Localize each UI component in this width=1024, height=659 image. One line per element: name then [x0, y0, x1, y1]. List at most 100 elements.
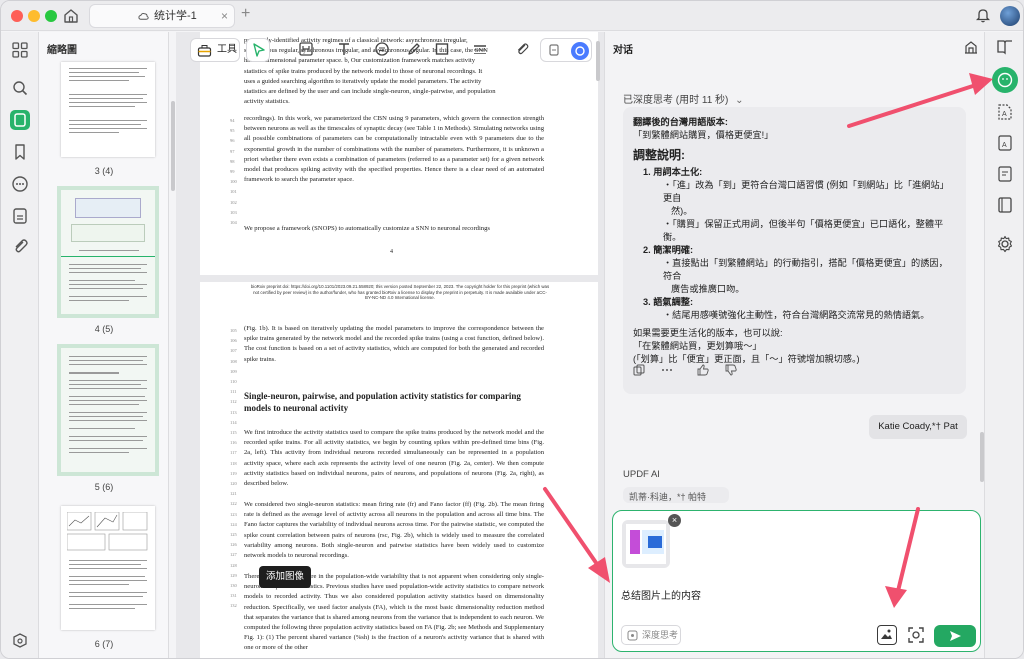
send-icon [950, 631, 961, 641]
rectangle-icon[interactable] [434, 41, 450, 57]
line-number: 103 [230, 209, 237, 215]
thumbnail-pane-title: 縮略圖 [47, 45, 77, 56]
attached-image-thumbnail [622, 520, 670, 568]
line-number: 105 [230, 328, 237, 333]
thumbs-up-icon[interactable] [697, 364, 709, 376]
page-text-block: (Fig. 1b). It is based on iteratively up… [244, 325, 544, 363]
line-number: 102 [230, 199, 237, 205]
minimize-window-button[interactable] [28, 10, 40, 22]
line-number: 125 [230, 532, 237, 537]
page-text-block: We propose a framework (SNOPS) to automa… [244, 225, 490, 232]
left-tool-rail [1, 32, 39, 658]
ai-partial-reply: 凯蒂·科迪，*† 帕特 [623, 487, 729, 503]
document-scrollbar[interactable] [596, 41, 600, 81]
select-tool-button[interactable] [246, 38, 270, 62]
thumbnail-pane: 縮略圖 3 (4) 4 (5) 5 (6) 6 (7) [39, 32, 169, 658]
gear-icon[interactable] [995, 234, 1015, 254]
page-thumbnail-5[interactable] [57, 344, 159, 476]
text-box-icon[interactable] [298, 41, 314, 57]
line-number: 130 [230, 583, 237, 588]
line-number: 120 [230, 481, 237, 486]
line-number: 113 [230, 409, 237, 415]
thinking-status[interactable]: 已深度思考 (用时 11 秒) ⌄ [623, 91, 744, 106]
add-image-button[interactable] [877, 625, 897, 645]
line-number: 112 [230, 399, 237, 405]
line-number: 119 [230, 470, 237, 476]
user-avatar[interactable] [1000, 6, 1020, 26]
line-number: 106 [230, 338, 237, 344]
paperclip-icon[interactable] [10, 236, 30, 256]
bell-icon[interactable] [976, 7, 990, 23]
new-tab-button[interactable]: + [241, 5, 250, 23]
bookmark-icon[interactable] [10, 142, 30, 162]
page-number: 4 [390, 249, 393, 255]
svg-text:A: A [1002, 111, 1007, 118]
close-window-button[interactable] [11, 10, 23, 22]
send-button[interactable] [934, 625, 976, 647]
grid-view-icon[interactable] [10, 40, 30, 60]
comment-icon[interactable] [10, 174, 30, 194]
atom-icon [627, 630, 638, 641]
pen-icon[interactable] [406, 41, 422, 57]
page-thumbnail-4[interactable] [57, 186, 159, 318]
search-icon[interactable] [10, 78, 30, 98]
page-thumbnail-6[interactable] [61, 506, 155, 630]
thumbnail-label: 6 (7) [94, 639, 114, 649]
image-add-icon [881, 629, 892, 639]
book-icon[interactable] [995, 37, 1015, 57]
comment-bubble-icon[interactable] [374, 41, 390, 57]
line-number: 121 [230, 491, 237, 497]
thumbnail-scrollbar[interactable] [171, 101, 175, 191]
line-number: 97 [230, 148, 235, 154]
line-number: 99 [230, 169, 235, 174]
line-number: 94 [230, 118, 235, 123]
stamp-icon[interactable] [547, 43, 561, 57]
line-number: 104 [230, 220, 237, 225]
more-icon[interactable] [661, 364, 673, 376]
text-icon[interactable] [336, 41, 352, 57]
line-number: 95 [230, 128, 235, 134]
ai-chat-button[interactable] [992, 67, 1018, 93]
title-bar: 统计学-1 × + [1, 1, 1023, 31]
chat-input-text[interactable]: 总结图片上的内容 [621, 587, 701, 602]
copy-icon[interactable] [633, 364, 645, 376]
remove-image-button[interactable]: × [668, 514, 681, 527]
line-number: 129 [230, 572, 237, 578]
chat-panel-title: 对话 [613, 45, 633, 56]
section-heading: Single-neuron, pairwise, and population … [244, 391, 521, 413]
thumbnails-icon[interactable] [10, 110, 30, 130]
reader-icon[interactable] [995, 195, 1015, 215]
ai-name-label: UPDF AI [623, 469, 660, 480]
ai-answer-bubble: 翻譯後的台灣用語版本: 「到繁體網站購買，價格更便宜!」 調整說明: 1. 用詞… [623, 107, 966, 394]
screenshot-icon[interactable] [906, 625, 926, 645]
line-number: 122 [230, 501, 237, 507]
ai-assistant-icon[interactable] [571, 42, 589, 60]
thumbs-down-icon[interactable] [725, 364, 737, 376]
line-number: 117 [230, 450, 237, 456]
attach-icon[interactable] [514, 41, 530, 57]
line-style-icon[interactable] [472, 41, 488, 57]
line-number: 107 [230, 348, 237, 354]
chevron-down-icon: ⌄ [735, 95, 744, 106]
chat-panel: 对话 已深度思考 (用时 11 秒) ⌄ 翻譯後的台灣用語版本: 「到繁體網站購… [604, 32, 984, 658]
tab-close-button[interactable]: × [221, 5, 228, 27]
chat-input-box[interactable]: × 总结图片上的内容 深度思考 [612, 510, 981, 652]
document-tab[interactable]: 统计学-1 × [89, 4, 235, 28]
home-icon[interactable] [61, 6, 81, 26]
building-icon[interactable] [963, 39, 979, 55]
preprint-banner: bioRxiv preprint doi: https://doi.org/10… [250, 284, 550, 300]
layers-icon[interactable] [10, 630, 30, 650]
zoom-window-button[interactable] [45, 10, 57, 22]
thumbnail-label: 5 (6) [94, 482, 114, 492]
line-number: 131 [230, 593, 237, 599]
page-thumbnail-3[interactable] [61, 62, 155, 157]
ai-explain-icon[interactable] [995, 164, 1015, 184]
ai-translate-icon[interactable]: A [995, 102, 1015, 122]
tools-button[interactable]: 工具 [190, 38, 240, 62]
line-number: 114 [230, 419, 237, 425]
deep-think-toggle[interactable]: 深度思考 [621, 625, 681, 645]
attachment-page-icon[interactable] [10, 206, 30, 226]
line-number: 96 [230, 138, 235, 144]
ai-summary-icon[interactable]: A [995, 133, 1015, 153]
add-image-tooltip: 添加图像 [259, 566, 311, 588]
